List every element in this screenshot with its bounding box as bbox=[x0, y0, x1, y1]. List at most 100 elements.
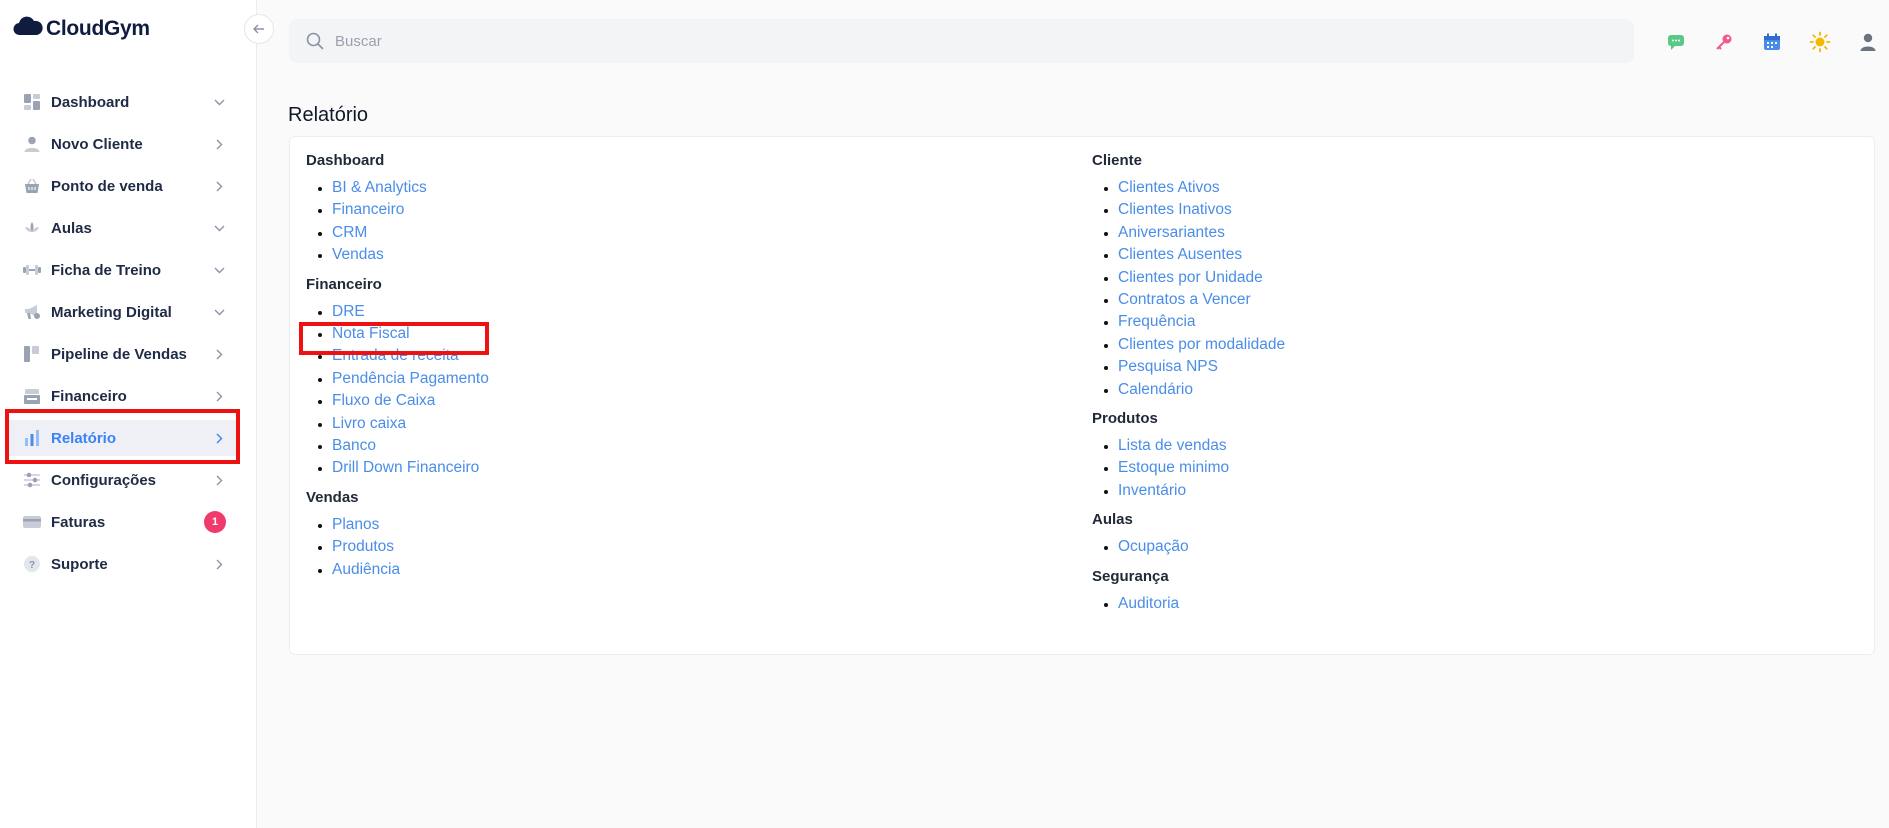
topbar-actions bbox=[1652, 28, 1889, 56]
report-link[interactable]: Pendência Pagamento bbox=[332, 370, 489, 387]
report-link[interactable]: Estoque minimo bbox=[1118, 459, 1229, 476]
search-icon bbox=[305, 31, 325, 51]
report-link[interactable]: Clientes por Unidade bbox=[1118, 269, 1263, 286]
report-link[interactable]: Clientes Ativos bbox=[1118, 179, 1220, 196]
report-link[interactable]: BI & Analytics bbox=[332, 179, 427, 196]
list-item: Banco bbox=[332, 435, 489, 457]
report-link[interactable]: Entrada de receita bbox=[332, 347, 459, 364]
section-title: Vendas bbox=[306, 488, 359, 506]
sidebar-item-label: Financeiro bbox=[51, 387, 127, 405]
report-link[interactable]: Banco bbox=[332, 437, 376, 454]
list-item: Clientes por modalidade bbox=[1118, 334, 1285, 356]
chevron-down-icon bbox=[212, 305, 226, 319]
sidebar-item-dashboard[interactable]: Dashboard bbox=[6, 84, 240, 120]
report-link[interactable]: Financeiro bbox=[332, 201, 404, 218]
section-title: Financeiro bbox=[306, 275, 382, 293]
report-link[interactable]: Fluxo de Caixa bbox=[332, 392, 435, 409]
list-item: Drill Down Financeiro bbox=[332, 457, 489, 479]
chevron-down-icon bbox=[212, 221, 226, 235]
sidebar-item-novo-cliente[interactable]: Novo Cliente bbox=[6, 126, 240, 162]
sun-icon[interactable] bbox=[1796, 28, 1844, 56]
report-link[interactable]: Planos bbox=[332, 516, 379, 533]
chevron-right-icon bbox=[212, 431, 226, 445]
list-item: CRM bbox=[332, 222, 489, 244]
report-link[interactable]: Produtos bbox=[332, 538, 394, 555]
report-link[interactable]: CRM bbox=[332, 224, 367, 241]
report-link[interactable]: Lista de vendas bbox=[1118, 437, 1227, 454]
key-icon[interactable] bbox=[1700, 28, 1748, 56]
list-item: Planos bbox=[332, 514, 489, 536]
profile-icon[interactable] bbox=[1844, 28, 1889, 56]
sliders-icon bbox=[22, 470, 42, 490]
list-item: BI & Analytics bbox=[332, 177, 489, 199]
bar-chart-icon bbox=[22, 428, 42, 448]
list-item: Financeiro bbox=[332, 199, 489, 221]
sidebar-item-label: Marketing Digital bbox=[51, 303, 172, 321]
chat-icon[interactable] bbox=[1652, 28, 1700, 56]
help-icon: ? bbox=[22, 554, 42, 574]
chevron-right-icon bbox=[212, 389, 226, 403]
cloud-icon bbox=[13, 16, 43, 41]
card-icon bbox=[22, 512, 42, 532]
user-icon bbox=[22, 134, 42, 154]
app-logo[interactable]: CloudGym bbox=[13, 16, 150, 41]
sidebar-item-relatorio[interactable]: Relatório bbox=[6, 420, 240, 456]
chevron-right-icon bbox=[212, 347, 226, 361]
sidebar-item-ponto-de-venda[interactable]: Ponto de venda bbox=[6, 168, 240, 204]
list-item: DRE bbox=[332, 301, 489, 323]
list-item: Auditoria bbox=[1118, 593, 1285, 615]
svg-text:?: ? bbox=[29, 560, 35, 571]
chevron-right-icon bbox=[212, 557, 226, 571]
sidebar-item-aulas[interactable]: Aulas bbox=[6, 210, 240, 246]
list-item: Clientes Ausentes bbox=[1118, 244, 1285, 266]
report-link[interactable]: Ocupação bbox=[1118, 538, 1189, 555]
report-link[interactable]: Audiência bbox=[332, 561, 400, 578]
search-input[interactable] bbox=[335, 32, 1535, 50]
list-item: Fluxo de Caixa bbox=[332, 390, 489, 412]
sidebar-item-financeiro[interactable]: Financeiro bbox=[6, 378, 240, 414]
collapse-sidebar-button[interactable] bbox=[244, 14, 274, 44]
sidebar-item-label: Pipeline de Vendas bbox=[51, 345, 187, 363]
section-title: Aulas bbox=[1092, 511, 1133, 529]
list-item: Produtos bbox=[332, 536, 489, 558]
sidebar-item-suporte[interactable]: ? Suporte bbox=[6, 546, 240, 582]
report-column-left: Dashboard BI & Analytics Financeiro CRM Vend… bbox=[306, 151, 489, 589]
report-link-list: DRE Nota Fiscal Entrada de receita Pendênci… bbox=[306, 301, 489, 480]
sidebar-item-label: Dashboard bbox=[51, 93, 130, 111]
report-link[interactable]: Aniversariantes bbox=[1118, 224, 1225, 241]
list-item: Audiência bbox=[332, 559, 489, 581]
report-link[interactable]: Clientes Ausentes bbox=[1118, 246, 1242, 263]
report-link[interactable]: Calendário bbox=[1118, 381, 1193, 398]
sidebar-item-label: Aulas bbox=[51, 219, 92, 237]
lotus-icon bbox=[22, 218, 42, 238]
report-link[interactable]: Auditoria bbox=[1118, 595, 1179, 612]
report-link[interactable]: Clientes por modalidade bbox=[1118, 336, 1285, 353]
list-item: Aniversariantes bbox=[1118, 222, 1285, 244]
list-item: Ocupação bbox=[1118, 536, 1285, 558]
search-bar[interactable] bbox=[289, 19, 1634, 63]
report-link[interactable]: Contratos a Vencer bbox=[1118, 291, 1251, 308]
report-link[interactable]: Clientes Inativos bbox=[1118, 201, 1232, 218]
report-link-list: Lista de vendas Estoque minimo Inventário bbox=[1092, 435, 1285, 502]
sidebar-item-faturas[interactable]: Faturas 1 bbox=[6, 504, 240, 540]
report-link[interactable]: Nota Fiscal bbox=[332, 325, 410, 342]
report-link[interactable]: Livro caixa bbox=[332, 415, 406, 432]
report-link[interactable]: Drill Down Financeiro bbox=[332, 459, 479, 476]
page-title: Relatório bbox=[288, 104, 369, 126]
sidebar-item-pipeline-de-vendas[interactable]: Pipeline de Vendas bbox=[6, 336, 240, 372]
sidebar-item-ficha-de-treino[interactable]: Ficha de Treino bbox=[6, 252, 240, 288]
calendar-icon[interactable] bbox=[1748, 28, 1796, 56]
list-item: Pesquisa NPS bbox=[1118, 356, 1285, 378]
report-link-list: Auditoria bbox=[1092, 593, 1285, 615]
list-item: Calendário bbox=[1118, 379, 1285, 401]
report-link[interactable]: DRE bbox=[332, 303, 365, 320]
report-link[interactable]: Inventário bbox=[1118, 482, 1186, 499]
section-title: Cliente bbox=[1092, 152, 1143, 169]
sidebar-item-configuracoes[interactable]: Configurações bbox=[6, 462, 240, 498]
report-link[interactable]: Frequência bbox=[1118, 313, 1196, 330]
sidebar-item-marketing-digital[interactable]: Marketing Digital bbox=[6, 294, 240, 330]
report-link[interactable]: Vendas bbox=[332, 246, 384, 263]
sidebar-item-label: Configurações bbox=[51, 471, 157, 489]
report-link[interactable]: Pesquisa NPS bbox=[1118, 358, 1218, 375]
dumbbell-icon bbox=[22, 260, 42, 280]
